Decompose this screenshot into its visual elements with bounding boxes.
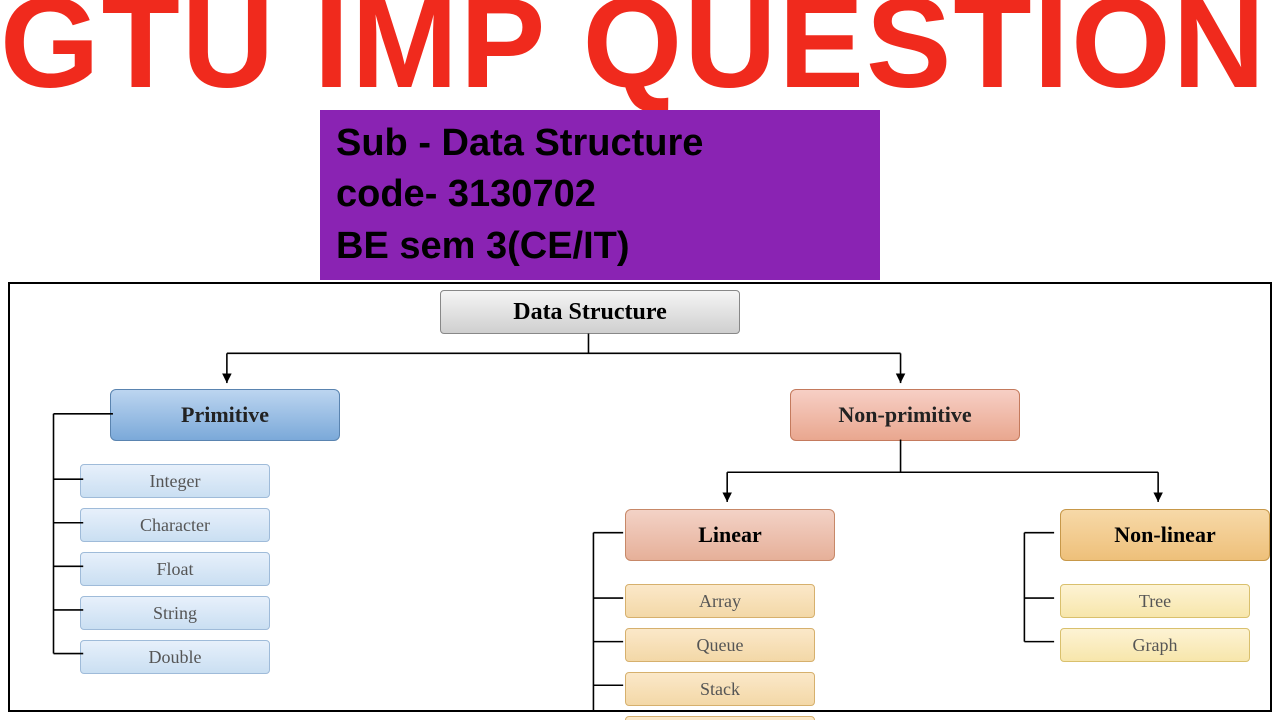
leaf-linkedlist: Linked list [625, 716, 815, 720]
node-primitive: Primitive [110, 389, 340, 441]
leaf-float: Float [80, 552, 270, 586]
info-line-code: code- 3130702 [336, 169, 864, 220]
main-title: GTU IMP QUESTION [0, 0, 1280, 108]
leaf-queue: Queue [625, 628, 815, 662]
info-line-subject: Sub - Data Structure [336, 118, 864, 169]
leaf-graph: Graph [1060, 628, 1250, 662]
node-nonlinear: Non-linear [1060, 509, 1270, 561]
leaf-array: Array [625, 584, 815, 618]
leaf-stack: Stack [625, 672, 815, 706]
stage: GTU IMP QUESTION Sub - Data Structure co… [0, 0, 1280, 720]
leaf-string: String [80, 596, 270, 630]
subject-info-box: Sub - Data Structure code- 3130702 BE se… [320, 110, 880, 280]
leaf-tree: Tree [1060, 584, 1250, 618]
info-line-semester: BE sem 3(CE/IT) [336, 221, 864, 272]
leaf-integer: Integer [80, 464, 270, 498]
node-linear: Linear [625, 509, 835, 561]
diagram-frame: Data Structure Primitive Non-primitive L… [8, 282, 1272, 712]
node-root: Data Structure [440, 290, 740, 334]
node-nonprimitive: Non-primitive [790, 389, 1020, 441]
leaf-double: Double [80, 640, 270, 674]
leaf-character: Character [80, 508, 270, 542]
